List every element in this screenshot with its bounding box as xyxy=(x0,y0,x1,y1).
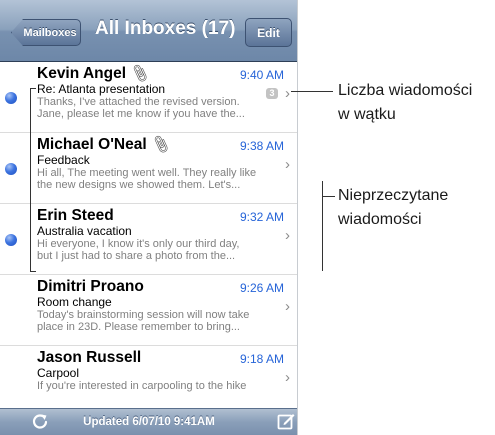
message-subject: Re: Atlanta presentation xyxy=(37,82,166,96)
message-sender: Kevin Angel xyxy=(37,65,126,82)
navigation-bar: Mailboxes All Inboxes (17) Edit xyxy=(0,0,297,62)
last-updated-text: Updated 6/07/10 9:41AM xyxy=(83,416,215,428)
unread-dot-icon xyxy=(5,163,17,175)
message-subject: Feedback xyxy=(37,153,90,167)
chevron-right-icon: › xyxy=(285,369,290,386)
message-subject: Room change xyxy=(37,295,112,309)
message-time: 9:40 AM xyxy=(239,68,284,82)
thread-count-leader-line xyxy=(291,91,333,92)
unread-bracket-tick xyxy=(30,271,36,272)
message-list: Kevin Angel 📎︎ 9:40 AM Re: Atlanta presen… xyxy=(0,62,297,417)
chevron-right-icon: › xyxy=(285,85,290,102)
message-subject: Australia vacation xyxy=(37,224,132,238)
message-sender: Erin Steed xyxy=(37,207,114,224)
unread-callout-line1: Nieprzeczytane xyxy=(338,187,449,204)
thread-count-badge: 3 xyxy=(266,88,278,99)
message-row[interactable]: Erin Steed 9:32 AM Australia vacation Hi… xyxy=(0,204,297,275)
message-row[interactable]: Michael O'Neal 📎︎ 9:38 AM Feedback Hi all… xyxy=(0,133,297,204)
unread-bracket-line-right xyxy=(322,181,323,271)
message-row[interactable]: Kevin Angel 📎︎ 9:40 AM Re: Atlanta presen… xyxy=(0,62,297,133)
unread-bracket-line xyxy=(30,88,31,271)
unread-callout: Nieprzeczytane wiadomości xyxy=(338,184,448,232)
message-time: 9:18 AM xyxy=(239,352,284,366)
message-row[interactable]: Jason Russell 9:18 AM Carpool If you're … xyxy=(0,346,297,417)
message-preview: Hi all, The meeting went well. They real… xyxy=(37,167,257,191)
unread-leader-line xyxy=(322,196,335,197)
attachment-paperclip-icon: 📎︎ xyxy=(149,133,172,155)
thread-count-callout-line2: w wątku xyxy=(338,106,396,123)
chevron-right-icon: › xyxy=(285,227,290,244)
mailboxes-back-button[interactable]: Mailboxes xyxy=(11,19,81,46)
message-subject: Carpool xyxy=(37,366,80,380)
message-sender: Michael O'Neal xyxy=(37,136,147,153)
message-preview: Hi everyone, I know it's only our third … xyxy=(37,238,240,262)
edit-button[interactable]: Edit xyxy=(245,18,292,47)
compose-icon[interactable] xyxy=(276,411,296,431)
unread-bracket-tick xyxy=(30,88,36,89)
unread-dot-icon xyxy=(5,234,17,246)
message-time: 9:38 AM xyxy=(239,139,284,153)
mail-screen: Mailboxes All Inboxes (17) Edit Kevin An… xyxy=(0,0,298,435)
bottom-toolbar: Updated 6/07/10 9:41AM xyxy=(0,408,297,435)
message-preview: If you're interested in carpooling to th… xyxy=(37,380,247,392)
unread-dot-icon xyxy=(5,92,17,104)
message-row[interactable]: Dimitri Proano 9:26 AM Room change Today… xyxy=(0,275,297,346)
thread-count-callout-line1: Liczba wiadomości xyxy=(338,82,473,99)
message-preview: Today's brainstorming session will now t… xyxy=(37,309,250,333)
message-time: 9:26 AM xyxy=(239,281,284,295)
thread-count-callout: Liczba wiadomości w wątku xyxy=(338,79,472,127)
page-title: All Inboxes (17) xyxy=(95,18,236,39)
message-sender: Jason Russell xyxy=(37,349,142,366)
message-time: 9:32 AM xyxy=(239,210,284,224)
unread-callout-line2: wiadomości xyxy=(338,211,422,228)
chevron-right-icon: › xyxy=(285,156,290,173)
chevron-right-icon: › xyxy=(285,298,290,315)
message-sender: Dimitri Proano xyxy=(37,278,144,295)
message-preview: Thanks, I've attached the revised versio… xyxy=(37,96,245,120)
